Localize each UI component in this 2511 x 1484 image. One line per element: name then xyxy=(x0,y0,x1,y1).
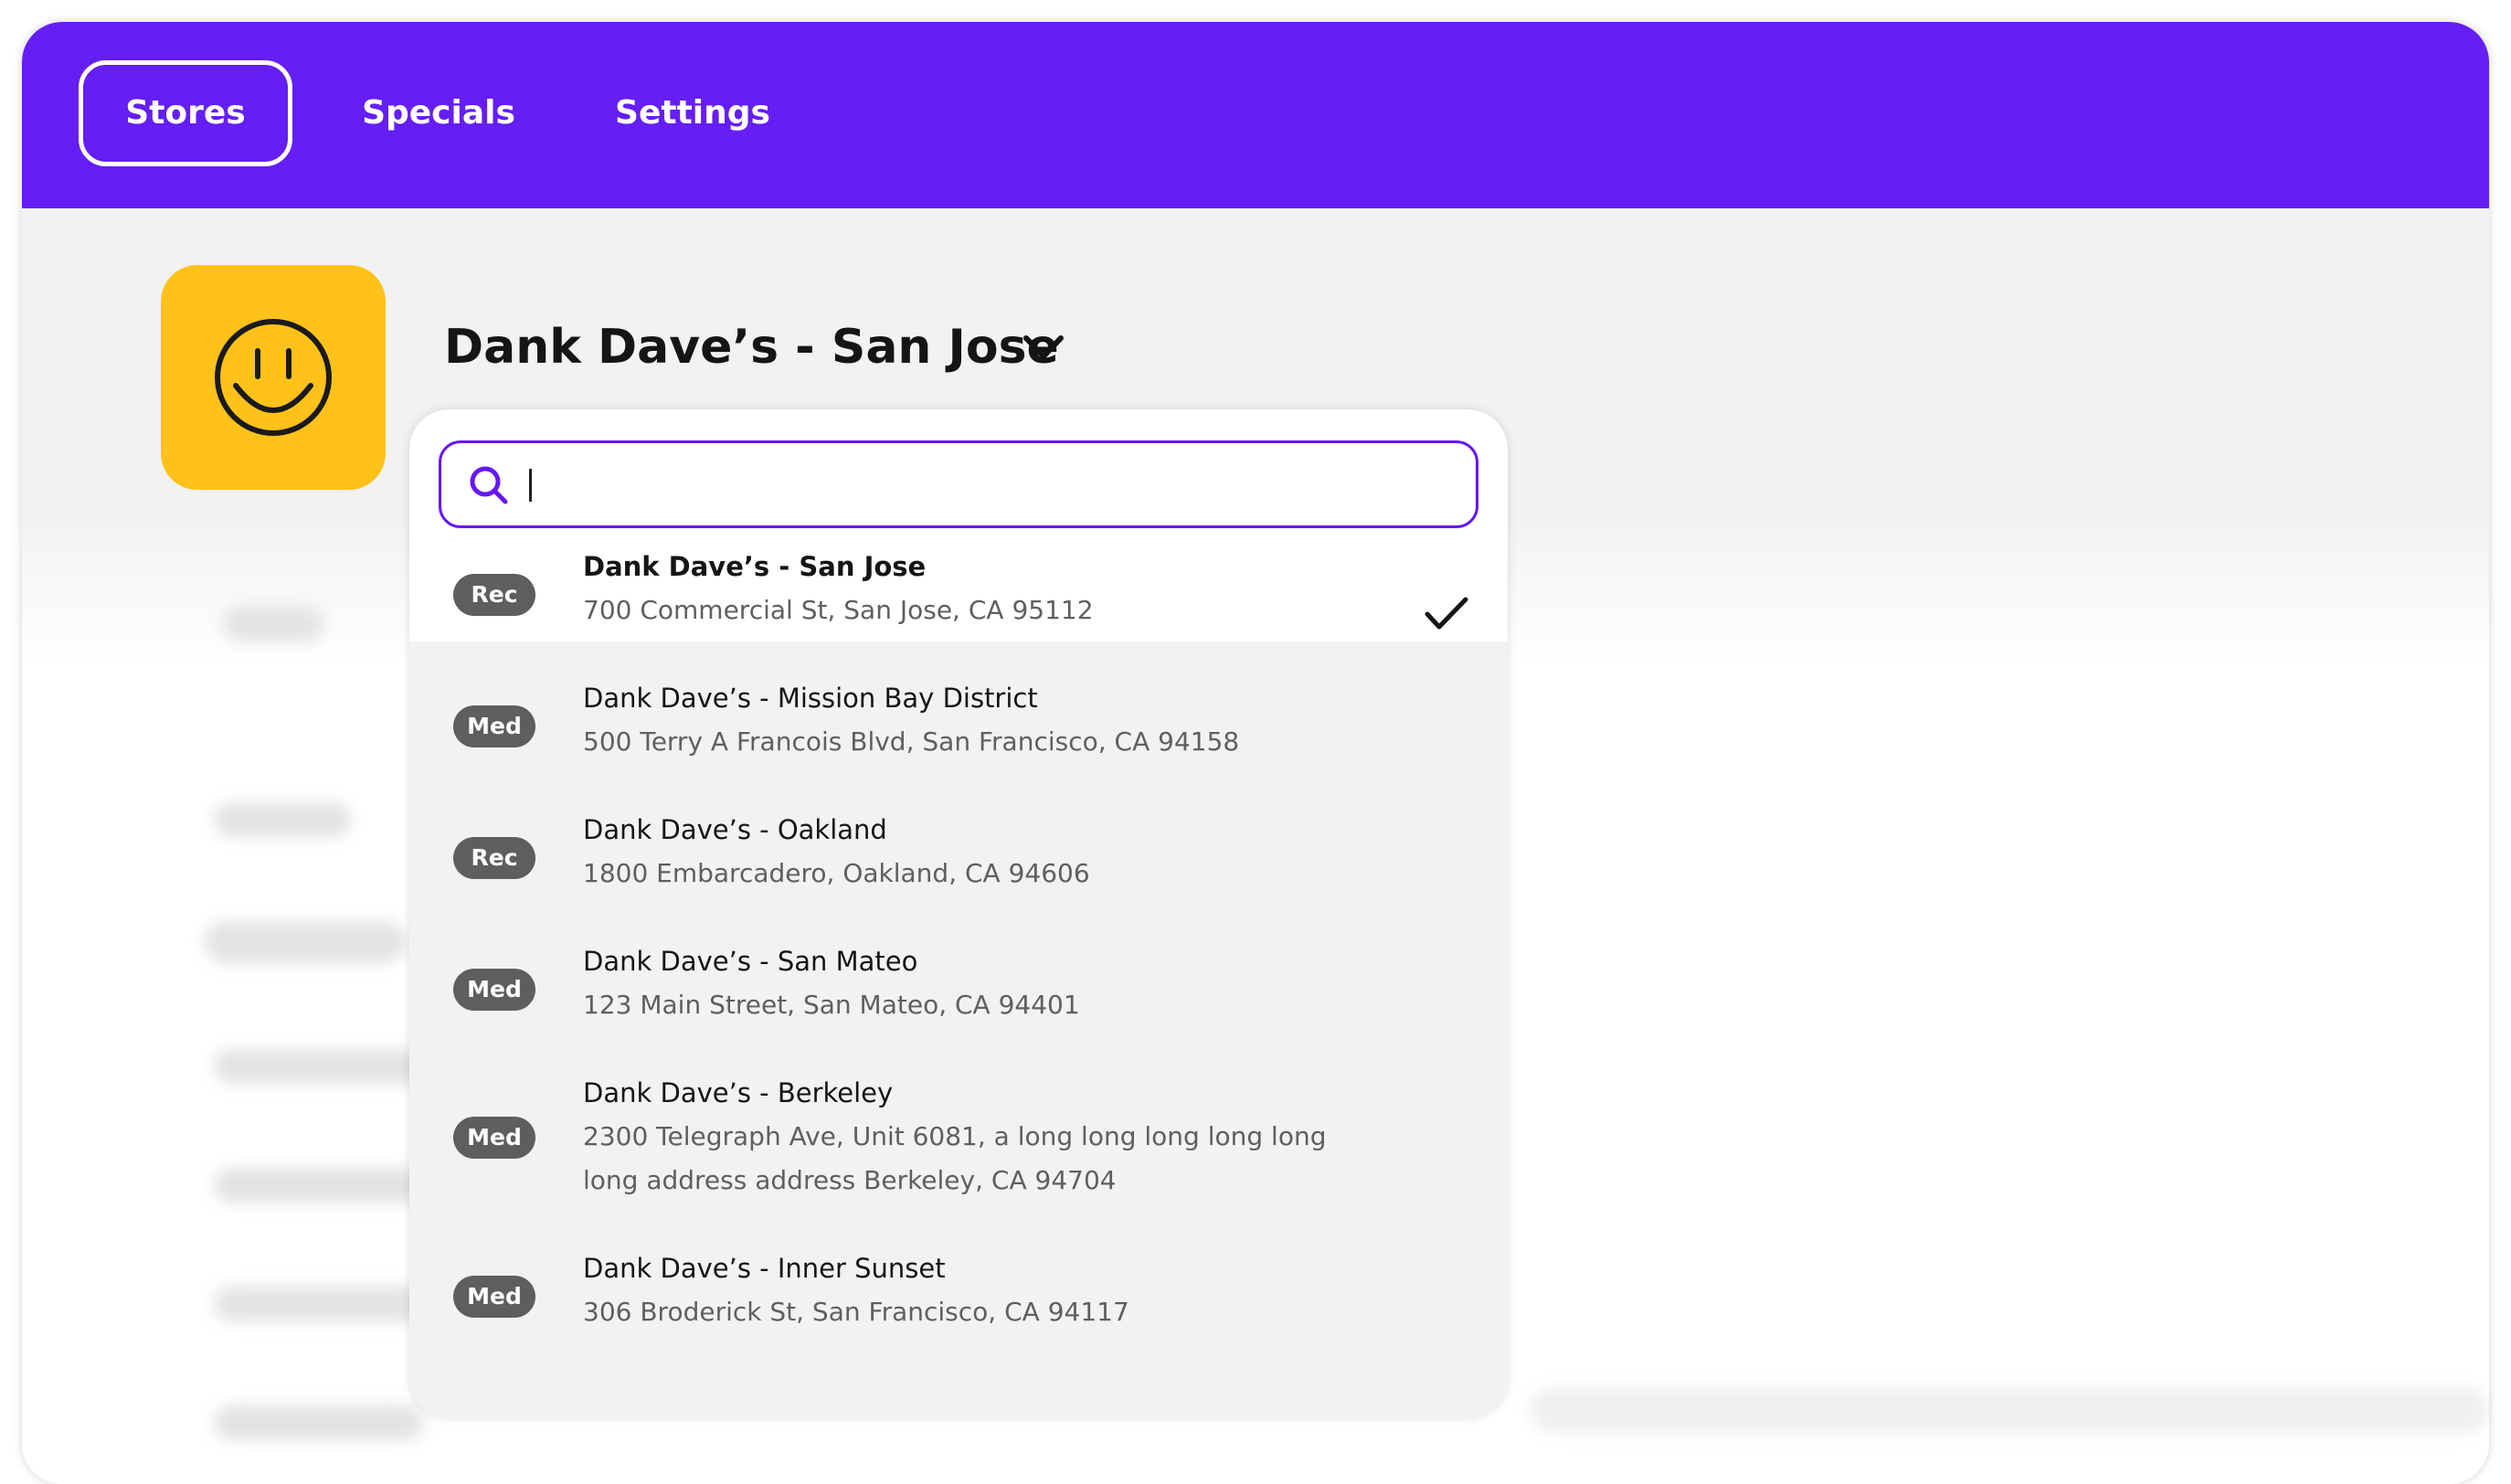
store-logo xyxy=(161,265,386,490)
store-type-badge: Med xyxy=(453,969,535,1011)
store-type-badge: Med xyxy=(453,1276,535,1318)
list-item-store[interactable]: Rec Dank Dave’s - San Jose 700 Commercia… xyxy=(409,546,1508,641)
store-name: Dank Dave’s - Mission Bay District xyxy=(583,683,1038,714)
store-name: Dank Dave’s - Oakland xyxy=(583,814,887,845)
store-name: Dank Dave’s - San Mateo xyxy=(583,946,918,977)
list-item-store[interactable]: Med Dank Dave’s - Berkeley 2300 Telegrap… xyxy=(409,1073,1508,1210)
smiley-face-icon xyxy=(215,319,332,436)
store-address: 700 Commercial St, San Jose, CA 95112 xyxy=(583,595,1094,625)
text-cursor xyxy=(529,469,532,502)
store-address: 500 Terry A Francois Blvd, San Francisco… xyxy=(583,726,1240,757)
store-address: 1800 Embarcadero, Oakland, CA 94606 xyxy=(583,858,1090,888)
chevron-down-icon[interactable] xyxy=(1022,333,1065,367)
store-address: 123 Main Street, San Mateo, CA 94401 xyxy=(583,990,1080,1020)
store-name: Dank Dave’s - Inner Sunset xyxy=(583,1253,946,1284)
store-address: 2300 Telegraph Ave, Unit 6081, a long lo… xyxy=(583,1121,1327,1195)
store-type-badge: Med xyxy=(453,1117,535,1159)
store-type-badge: Rec xyxy=(453,574,535,616)
list-item-store[interactable]: Med Dank Dave’s - Mission Bay District 5… xyxy=(409,678,1508,773)
store-name: Dank Dave’s - San Jose xyxy=(583,551,927,582)
app-window: Stores Specials Settings Dank Dave’s - S… xyxy=(22,22,2489,1484)
store-name: Dank Dave’s - Berkeley xyxy=(583,1077,894,1108)
tab-settings[interactable]: Settings xyxy=(574,60,811,166)
top-navigation-bar: Stores Specials Settings xyxy=(22,22,2489,208)
search-icon xyxy=(469,465,509,509)
store-selector-dropdown: Rec Dank Dave’s - San Jose 700 Commercia… xyxy=(409,409,1508,1418)
list-item-store[interactable]: Med Dank Dave’s - Inner Sunset 306 Brode… xyxy=(409,1248,1508,1343)
list-item-store[interactable]: Rec Dank Dave’s - Oakland 1800 Embarcade… xyxy=(409,810,1508,905)
store-title[interactable]: Dank Dave’s - San Jose xyxy=(444,313,1059,382)
checkmark-icon xyxy=(1424,596,1469,636)
store-type-badge: Rec xyxy=(453,837,535,879)
store-address: 306 Broderick St, San Francisco, CA 9411… xyxy=(583,1297,1129,1327)
search-input[interactable] xyxy=(524,456,1459,514)
list-item-store[interactable]: Med Dank Dave’s - San Mateo 123 Main Str… xyxy=(409,941,1508,1036)
store-type-badge: Med xyxy=(453,705,535,747)
search-field[interactable] xyxy=(439,440,1478,528)
tab-specials[interactable]: Specials xyxy=(331,60,546,166)
tab-stores[interactable]: Stores xyxy=(79,60,292,166)
